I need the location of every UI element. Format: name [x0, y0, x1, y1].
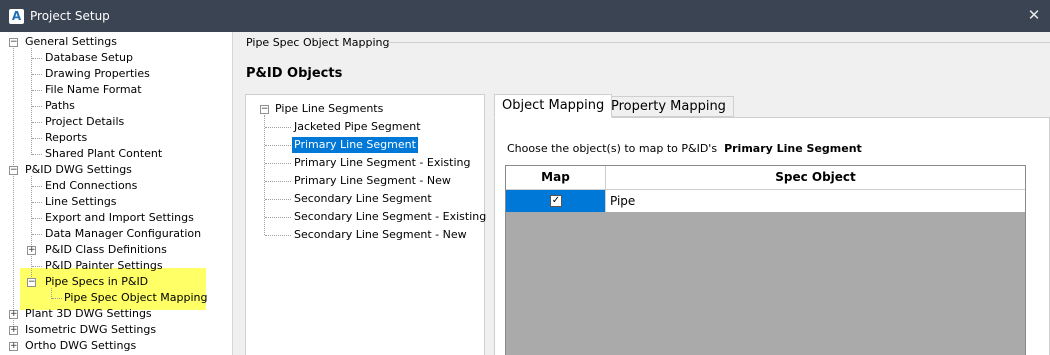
expand-icon[interactable]: +: [27, 246, 36, 255]
tree-item-primary-line-segment-new[interactable]: Primary Line Segment - New: [294, 173, 451, 189]
tree-item-secondary-line-segment-new[interactable]: Secondary Line Segment - New: [294, 227, 467, 243]
tree-item-secondary-line-segment[interactable]: Secondary Line Segment: [294, 191, 432, 207]
tree-item-pid-dwg-settings[interactable]: P&ID DWG Settings: [25, 162, 132, 178]
tree-item-paths[interactable]: Paths: [45, 98, 75, 114]
section-label: Pipe Spec Object Mapping: [246, 36, 390, 49]
tree-item-ortho-dwg-settings[interactable]: Ortho DWG Settings: [25, 338, 136, 354]
collapse-icon[interactable]: −: [9, 38, 18, 47]
tree-connector: [13, 48, 14, 327]
tree-item-primary-line-segment[interactable]: Primary Line Segment: [292, 137, 418, 153]
column-header-spec-object[interactable]: Spec Object: [606, 166, 1025, 190]
tree-item-export-import-settings[interactable]: Export and Import Settings: [45, 210, 194, 226]
tree-item-line-settings[interactable]: Line Settings: [45, 194, 117, 210]
tree-item-secondary-line-segment-existing[interactable]: Secondary Line Segment - Existing: [294, 209, 486, 225]
table-row[interactable]: ✓ Pipe: [506, 190, 1025, 212]
choose-prefix: Choose the object(s) to map to P&ID's: [507, 142, 718, 155]
collapse-icon[interactable]: −: [27, 278, 36, 287]
column-header-map[interactable]: Map: [506, 166, 606, 190]
tree-item-file-name-format[interactable]: File Name Format: [45, 82, 142, 98]
tree-item-pipe-specs-in-pid[interactable]: Pipe Specs in P&ID: [45, 274, 148, 290]
mapping-grid: Map Spec Object ✓ Pipe: [505, 165, 1026, 355]
tree-item-primary-line-segment-existing[interactable]: Primary Line Segment - Existing: [294, 155, 470, 171]
tab-object-mapping[interactable]: Object Mapping: [494, 94, 613, 118]
expand-icon[interactable]: +: [9, 310, 18, 319]
window-title: Project Setup: [30, 9, 110, 23]
tree-item-shared-plant-content[interactable]: Shared Plant Content: [45, 146, 162, 162]
section-divider: [388, 42, 1050, 43]
tree-item-reports[interactable]: Reports: [45, 130, 87, 146]
expand-icon[interactable]: +: [9, 342, 18, 351]
tree-item-pid-painter-settings[interactable]: P&ID Painter Settings: [45, 258, 163, 274]
tab-property-mapping[interactable]: Property Mapping: [603, 96, 734, 117]
tree-item-general-settings[interactable]: General Settings: [25, 34, 117, 50]
tree-item-pipe-spec-object-mapping[interactable]: Pipe Spec Object Mapping: [64, 290, 208, 306]
choose-instruction: Choose the object(s) to map to P&ID's Pr…: [507, 142, 862, 155]
collapse-icon[interactable]: −: [260, 105, 269, 114]
tree-item-pid-class-definitions[interactable]: P&ID Class Definitions: [45, 242, 167, 258]
title-bar: A Project Setup ✕: [0, 0, 1050, 32]
tree-item-database-setup[interactable]: Database Setup: [45, 50, 133, 66]
objects-heading: P&ID Objects: [246, 66, 343, 81]
collapse-icon[interactable]: −: [9, 166, 18, 175]
spec-object-cell: Pipe: [610, 194, 636, 208]
map-checkbox[interactable]: ✓: [550, 195, 562, 207]
autocad-app-icon: A: [9, 9, 24, 24]
map-cell: ✓: [506, 190, 606, 212]
tree-item-end-connections[interactable]: End Connections: [45, 178, 137, 194]
tree-item-isometric-dwg-settings[interactable]: Isometric DWG Settings: [25, 322, 156, 338]
settings-tree: − General Settings Database Setup Drawin…: [0, 32, 233, 355]
expand-icon[interactable]: +: [9, 326, 18, 335]
tree-item-jacketed-pipe-segment[interactable]: Jacketed Pipe Segment: [294, 119, 421, 135]
close-icon[interactable]: ✕: [1026, 6, 1042, 24]
tree-item-pipe-line-segments[interactable]: Pipe Line Segments: [275, 101, 383, 117]
tree-item-plant-3d-dwg-settings[interactable]: Plant 3D DWG Settings: [25, 306, 152, 322]
tree-item-drawing-properties[interactable]: Drawing Properties: [45, 66, 150, 82]
choose-target: Primary Line Segment: [724, 142, 862, 155]
pid-objects-tree: − Pipe Line Segments Jacketed Pipe Segme…: [245, 94, 486, 355]
tree-item-project-details[interactable]: Project Details: [45, 114, 124, 130]
tree-item-data-manager-configuration[interactable]: Data Manager Configuration: [45, 226, 201, 242]
